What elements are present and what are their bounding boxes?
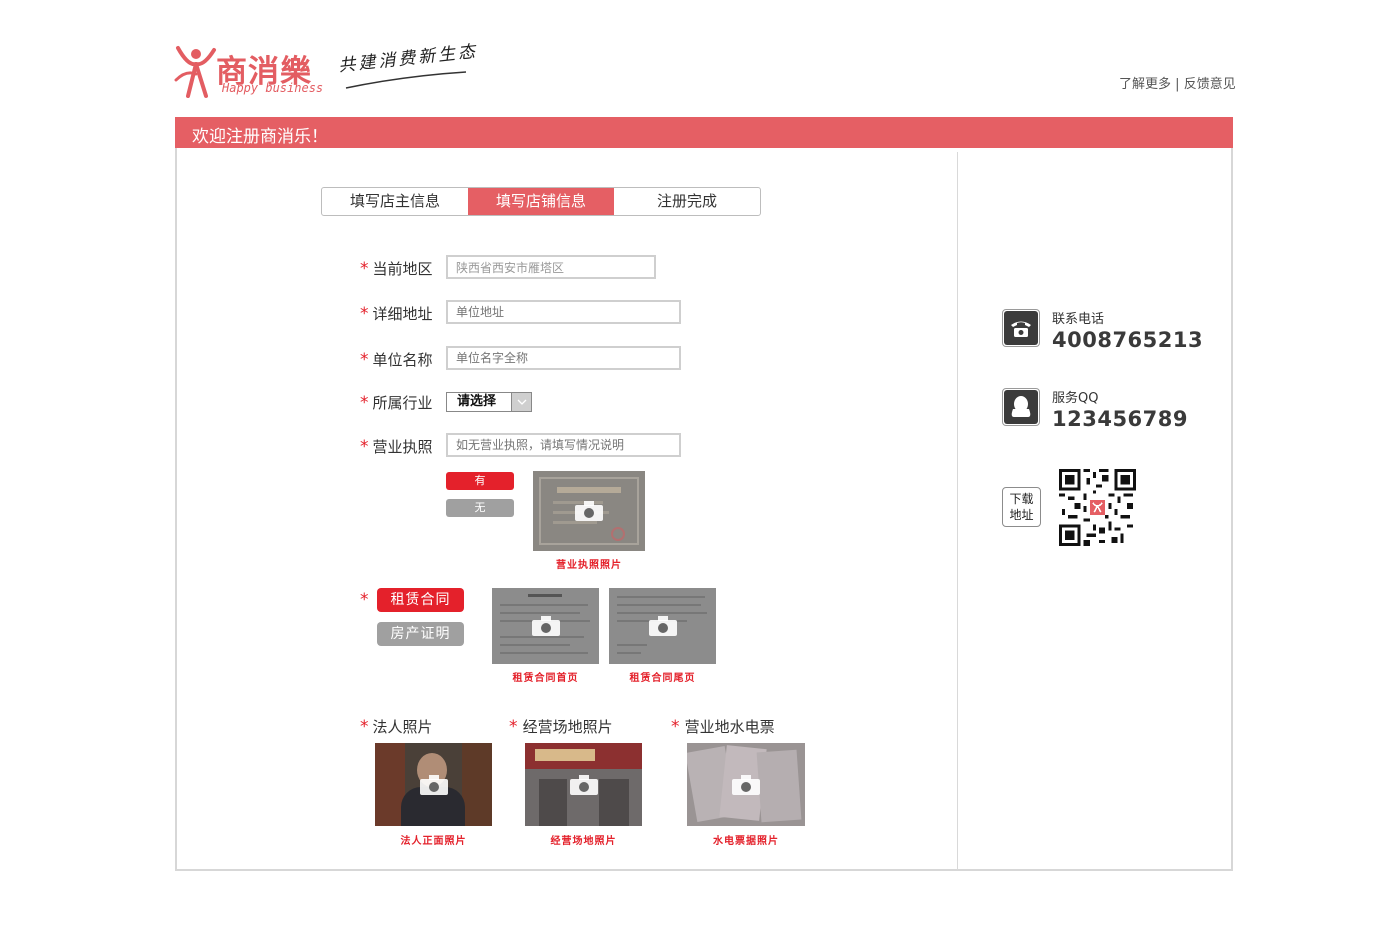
step-progress: 填写店主信息 填写店铺信息 注册完成 — [321, 187, 761, 216]
company-name-input[interactable] — [446, 346, 681, 370]
lease-last-page-caption: 租赁合同尾页 — [629, 673, 696, 684]
legal-photo-upload[interactable] — [375, 743, 492, 826]
step-complete: 注册完成 — [656, 192, 717, 210]
banner-title: 欢迎注册商消乐！ — [192, 127, 328, 147]
download-label-line1: 下载 — [1009, 492, 1034, 506]
logo-figure-icon — [174, 46, 216, 98]
utility-photo-upload[interactable] — [687, 743, 805, 826]
feedback-link[interactable]: 反馈意见 — [1184, 77, 1236, 92]
lease-last-page-upload[interactable] — [609, 588, 716, 664]
logo[interactable]: 商消樂 Happy business — [174, 40, 324, 102]
logo-subtitle: Happy business — [222, 81, 324, 95]
required-mark: * — [360, 437, 369, 457]
legal-photo-caption: 法人正面照片 — [400, 836, 467, 847]
phone-icon — [1011, 321, 1031, 337]
download-label-line2: 地址 — [1009, 508, 1034, 522]
company-label: * 单位名称 — [360, 350, 433, 370]
qq-label: 服务QQ — [1052, 391, 1099, 406]
camera-icon — [648, 616, 677, 636]
required-mark: * — [360, 350, 369, 370]
top-links: 了解更多 | 反馈意见 — [1119, 73, 1236, 92]
required-mark: * — [360, 590, 369, 610]
venue-photo-upload[interactable] — [525, 743, 642, 826]
link-separator: | — [1175, 77, 1180, 92]
download-button[interactable]: 下载 地址 — [1002, 487, 1041, 527]
step-shop-info: 填写店铺信息 — [468, 188, 614, 215]
address-label: * 详细地址 — [360, 304, 433, 324]
qq-icon-box — [1002, 388, 1040, 426]
camera-icon — [569, 774, 598, 795]
license-photo-upload[interactable] — [533, 471, 645, 551]
license-photo-caption: 营业执照照片 — [556, 560, 622, 571]
venue-photo-label: * 经营场地照片 — [509, 717, 613, 737]
license-no-button[interactable]: 无 — [446, 499, 514, 517]
property-certificate-tab[interactable]: 房产证明 — [377, 622, 464, 646]
license-note-input[interactable] — [446, 433, 681, 457]
qq-icon — [1011, 396, 1031, 417]
phone-icon-box — [1002, 309, 1040, 347]
camera-icon — [419, 774, 448, 795]
qq-number: 123456789 — [1052, 407, 1189, 431]
required-mark: * — [671, 717, 680, 737]
region-field[interactable] — [446, 255, 656, 279]
license-label: * 营业执照 — [360, 437, 433, 457]
qr-code-icon[interactable] — [1059, 469, 1136, 546]
required-mark: * — [360, 259, 369, 279]
camera-icon — [732, 774, 760, 795]
lease-first-page-caption: 租赁合同首页 — [512, 673, 579, 684]
phone-number: 4008765213 — [1052, 328, 1204, 352]
required-mark: * — [360, 304, 369, 324]
welcome-banner: 欢迎注册商消乐！ — [175, 117, 1233, 148]
utility-photo-caption: 水电票据照片 — [713, 836, 779, 847]
step-owner-info: 填写店主信息 — [349, 192, 440, 210]
required-mark: * — [509, 717, 518, 737]
chevron-down-icon[interactable] — [511, 393, 531, 411]
license-yes-button[interactable]: 有 — [446, 472, 514, 490]
phone-label: 联系电话 — [1052, 312, 1105, 327]
industry-label: * 所属行业 — [360, 393, 433, 413]
learn-more-link[interactable]: 了解更多 — [1119, 77, 1171, 92]
panel-divider — [957, 152, 958, 870]
utility-photo-label: * 营业地水电票 — [671, 717, 775, 737]
industry-select[interactable]: 请选择 — [446, 392, 532, 412]
venue-photo-caption: 经营场地照片 — [550, 836, 617, 847]
required-mark: * — [360, 717, 369, 737]
lease-contract-tab[interactable]: 租赁合同 — [377, 588, 464, 612]
lease-required: * — [360, 590, 373, 610]
camera-icon — [575, 501, 603, 521]
address-input[interactable] — [446, 300, 681, 324]
lease-first-page-upload[interactable] — [492, 588, 599, 664]
slogan-underline — [345, 71, 467, 89]
industry-select-value: 请选择 — [457, 394, 497, 409]
camera-icon — [531, 616, 560, 636]
region-label: * 当前地区 — [360, 259, 433, 279]
required-mark: * — [360, 393, 369, 413]
legal-photo-label: * 法人照片 — [360, 717, 433, 737]
